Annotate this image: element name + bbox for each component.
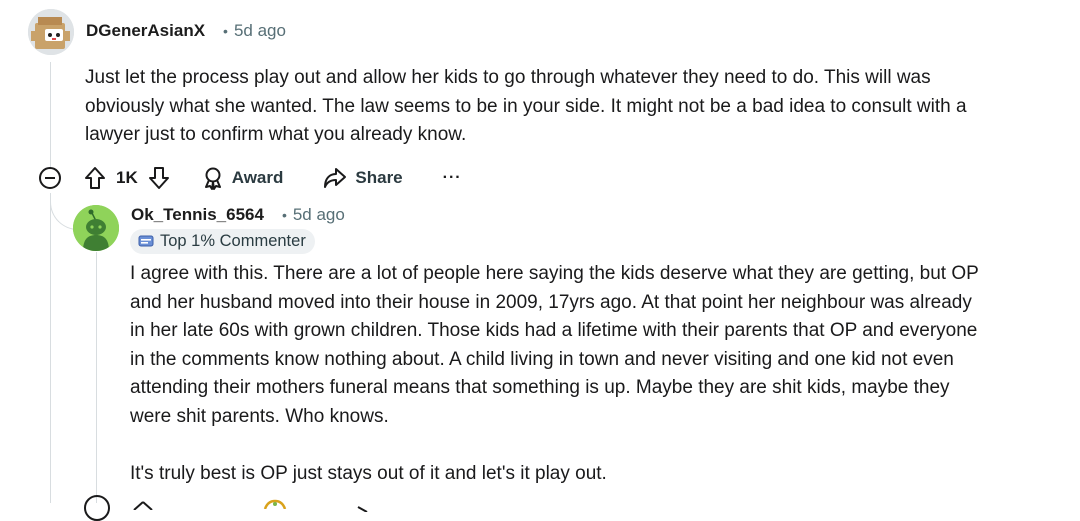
share-icon (324, 168, 347, 188)
share-label: Share (355, 168, 403, 187)
robot-avatar-icon (28, 9, 74, 55)
reply-body-line: I agree with this. There are a lot of pe… (130, 263, 979, 284)
thread-line[interactable] (50, 193, 51, 503)
commenter-badge-icon (138, 235, 154, 246)
reply-author[interactable]: Ok_Tennis_6564 (131, 205, 264, 225)
reply-body-line: in her late 60s with grown children. Tho… (130, 320, 978, 342)
user-avatar[interactable] (73, 205, 119, 251)
award-icon (263, 499, 287, 510)
reply-body-line: were shit parents. Who knows. (130, 405, 389, 427)
upvote-button[interactable] (84, 166, 106, 190)
minus-icon (45, 177, 55, 179)
award-button[interactable]: Award (202, 166, 284, 190)
share-icon (357, 506, 368, 513)
comment-body-line: Just let the process play out and allow … (85, 67, 931, 88)
arrow-up-icon (85, 167, 105, 189)
share-button[interactable] (348, 499, 368, 517)
award-icon (204, 167, 221, 190)
reply-body-line: in the comments know nothing about. A ch… (130, 348, 954, 370)
collapse-thread-button[interactable] (84, 495, 110, 521)
reply-thread-line[interactable] (96, 252, 97, 503)
more-options-button[interactable]: ··· (443, 169, 462, 187)
comment-body: Just let the process play out and allow … (85, 64, 1065, 150)
downvote-button[interactable] (148, 166, 170, 190)
comment-body-line: obviously what she wanted. The law seems… (85, 95, 967, 117)
comment-action-bar: 1K Award Share ··· (84, 166, 462, 190)
comment-timestamp[interactable]: 5d ago (234, 21, 286, 41)
reply-body-line: and her husband moved into their house i… (130, 291, 972, 313)
thread-line[interactable] (50, 62, 51, 177)
award-button[interactable] (262, 496, 288, 514)
arrow-down-icon (148, 167, 169, 189)
reply-body-line: attending their mothers funeral means th… (130, 377, 950, 399)
comment-body-line: lawyer just to confirm what you already … (85, 124, 467, 146)
reply-body: I agree with this. There are a lot of pe… (130, 260, 1070, 489)
vote-group: 1K (84, 166, 170, 190)
comment-author[interactable]: DGenerAsianX (86, 21, 205, 41)
award-label: Award (231, 168, 284, 187)
upvote-button[interactable] (132, 497, 154, 515)
reply-header: Ok_Tennis_6564 • 5d ago (131, 205, 345, 225)
reply-timestamp[interactable]: 5d ago (293, 205, 345, 225)
badge-label: Top 1% Commenter (160, 232, 306, 250)
meta-separator: • (223, 23, 228, 39)
meta-separator: • (281, 207, 287, 223)
collapse-thread-button[interactable] (39, 167, 61, 189)
ellipsis-icon: ··· (442, 169, 462, 186)
arrow-up-icon (133, 501, 153, 511)
comment-header: DGenerAsianX • 5d ago (86, 21, 286, 41)
top-commenter-badge[interactable]: Top 1% Commenter (130, 229, 315, 254)
share-button[interactable]: Share (323, 167, 403, 189)
snoo-avatar-icon (73, 205, 119, 251)
user-avatar[interactable] (28, 9, 74, 55)
reply-body-paragraph: It's truly best is OP just stays out of … (130, 463, 607, 485)
vote-count: 1K (116, 168, 138, 187)
